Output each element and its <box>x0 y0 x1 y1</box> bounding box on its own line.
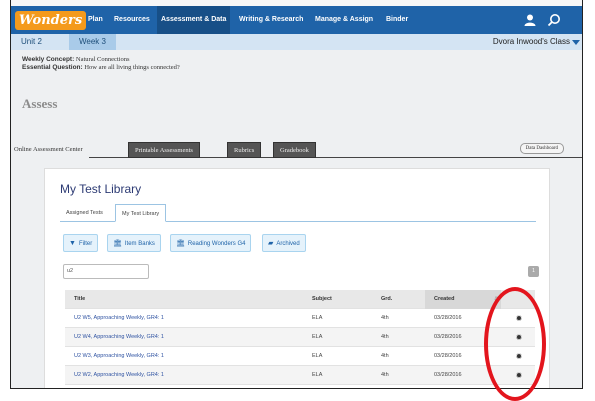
test-created: 03/28/2016 <box>434 334 462 340</box>
nav-binder[interactable]: Binder <box>386 6 408 34</box>
tab-rubrics[interactable]: Rubrics <box>227 142 262 158</box>
chevron-down-icon[interactable] <box>572 40 580 45</box>
test-grade: 4th <box>381 353 389 359</box>
data-dashboard-button[interactable]: Data Dashboard <box>519 143 564 154</box>
item-banks-label: Item Banks <box>124 241 155 247</box>
test-created: 03/28/2016 <box>434 353 462 359</box>
nav-manage-assign[interactable]: Manage & Assign <box>315 6 373 34</box>
test-subject: ELA <box>312 353 323 359</box>
assessment-tabs: Online Assessment Center Printable Asses… <box>11 140 582 158</box>
page-number-badge[interactable]: 1 <box>528 266 539 277</box>
item-banks-button[interactable]: 🏛 Item Banks <box>107 234 161 252</box>
top-navigation: Wonders Plan Resources Assessment & Data… <box>11 6 582 34</box>
tab-gradebook[interactable]: Gradebook <box>273 142 316 158</box>
table-row: U2 W5, Approaching Weekly, GR4: 1 ELA 4t… <box>65 309 535 328</box>
table-row: U2 W3, Approaching Weekly, GR4: 1 ELA 4t… <box>65 347 535 366</box>
week-selector[interactable]: Week 3 <box>69 34 116 50</box>
filter-label: Filter <box>78 241 93 247</box>
test-grade: 4th <box>381 334 389 340</box>
nav-plan[interactable]: Plan <box>88 6 103 34</box>
nav-assessment-data[interactable]: Assessment & Data <box>157 6 231 34</box>
nav-writing-research[interactable]: Writing & Research <box>239 6 303 34</box>
folder-icon: ▰ <box>268 240 274 247</box>
test-grade: 4th <box>381 372 389 378</box>
filter-icon: ▼ <box>69 240 76 247</box>
user-icon[interactable] <box>523 13 537 27</box>
annotation-circle <box>484 287 546 401</box>
subtab-my-test-library[interactable]: My Test Library <box>115 204 167 222</box>
search-input[interactable]: u2 <box>63 264 149 279</box>
test-grade: 4th <box>381 315 389 321</box>
archived-button[interactable]: ▰ Archived <box>262 234 306 252</box>
search-icon[interactable] <box>547 13 561 27</box>
archived-label: Archived <box>276 241 300 247</box>
table-header: Title Subject Grd. Created ⇵ <box>65 290 535 309</box>
library-subtabs: Assigned Tests My Test Library <box>60 204 536 222</box>
header-created[interactable]: Created <box>425 290 501 309</box>
class-selector[interactable]: Dvora Inwood's Class <box>493 37 570 46</box>
bank-icon: 🏛 <box>176 240 185 247</box>
test-subject: ELA <box>312 315 323 321</box>
concept-header: Weekly Concept: Natural Connections Esse… <box>11 50 582 150</box>
test-title-link[interactable]: U2 W3, Approaching Weekly, GR4: 1 <box>74 347 164 366</box>
test-title-link[interactable]: U2 W4, Approaching Weekly, GR4: 1 <box>74 328 164 347</box>
subtab-assigned-tests[interactable]: Assigned Tests <box>60 204 109 222</box>
nav-resources[interactable]: Resources <box>114 6 150 34</box>
weekly-concept: Weekly Concept: Natural Connections <box>22 56 130 63</box>
filter-button[interactable]: ▼ Filter <box>63 234 99 252</box>
header-grade[interactable]: Grd. <box>381 290 392 309</box>
reading-wonders-button[interactable]: 🏛 Reading Wonders G4 <box>170 234 252 252</box>
test-created: 03/28/2016 <box>434 372 462 378</box>
test-created: 03/28/2016 <box>434 315 462 321</box>
test-title-link[interactable]: U2 W2, Approaching Weekly, GR4: 1 <box>74 366 164 385</box>
test-subject: ELA <box>312 372 323 378</box>
test-title-link[interactable]: U2 W5, Approaching Weekly, GR4: 1 <box>74 309 164 328</box>
essential-question-label: Essential Question: <box>22 64 83 71</box>
header-subject[interactable]: Subject <box>312 290 332 309</box>
essential-question: Essential Question: How are all living t… <box>22 64 180 71</box>
test-subject: ELA <box>312 334 323 340</box>
library-title: My Test Library <box>60 182 142 196</box>
tab-printable-assessments[interactable]: Printable Assessments <box>128 142 200 158</box>
bank-icon: 🏛 <box>113 240 122 247</box>
weekly-concept-value: Natural Connections <box>75 56 130 63</box>
test-table: Title Subject Grd. Created ⇵ U2 W5, Appr… <box>65 290 535 385</box>
wonders-logo[interactable]: Wonders <box>15 11 87 30</box>
reading-wonders-label: Reading Wonders G4 <box>187 241 246 247</box>
table-row: U2 W2, Approaching Weekly, GR4: 1 ELA 4t… <box>65 366 535 385</box>
table-row: U2 W4, Approaching Weekly, GR4: 1 ELA 4t… <box>65 328 535 347</box>
tab-online-assessment-center[interactable]: Online Assessment Center <box>11 142 89 158</box>
essential-question-value: How are all living things connected? <box>84 64 180 71</box>
test-library-panel: My Test Library Assigned Tests My Test L… <box>44 168 550 388</box>
header-title[interactable]: Title <box>74 290 85 309</box>
page-title: Assess <box>22 96 58 111</box>
weekly-concept-label: Weekly Concept: <box>22 56 75 63</box>
unit-selector[interactable]: Unit 2 <box>21 37 42 46</box>
unit-week-bar: Unit 2 Week 3 Dvora Inwood's Class <box>11 34 582 50</box>
